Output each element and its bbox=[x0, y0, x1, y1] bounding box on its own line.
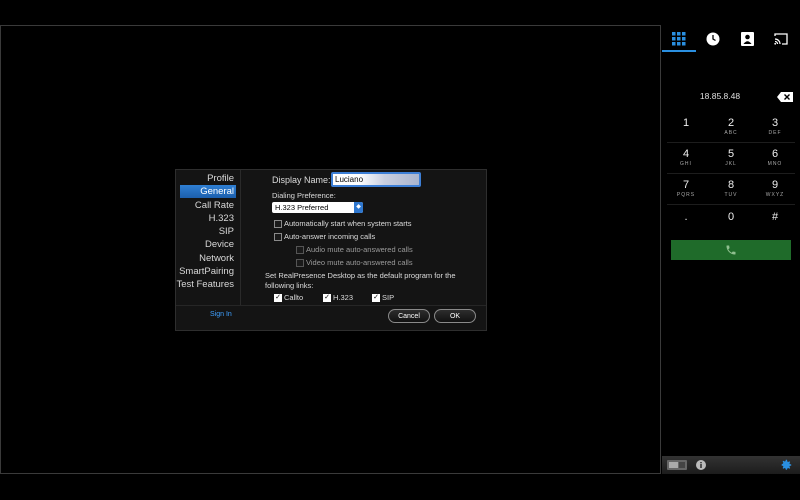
key-6[interactable]: 6 MNO bbox=[753, 147, 797, 175]
key-letters: ABC bbox=[724, 130, 738, 136]
gear-icon[interactable] bbox=[779, 458, 793, 472]
key-digit: 5 bbox=[727, 148, 735, 160]
key-digit: 0 bbox=[727, 211, 735, 223]
panel-tabs bbox=[662, 25, 800, 53]
settings-nav: Profile General Call Rate H.323 SIP Devi… bbox=[176, 170, 241, 305]
backspace-icon[interactable] bbox=[777, 92, 793, 102]
dialpad-icon bbox=[672, 32, 686, 46]
nav-network[interactable]: Network bbox=[199, 252, 234, 265]
key-letters: DEF bbox=[768, 130, 782, 136]
key-dot[interactable]: . bbox=[664, 210, 708, 238]
chevron-updown-icon: ◆ bbox=[354, 202, 363, 213]
key-letters: GHI bbox=[680, 161, 692, 167]
call-button[interactable] bbox=[671, 240, 791, 260]
display-name-label: Display Name: bbox=[272, 175, 331, 185]
key-4[interactable]: 4 GHI bbox=[664, 147, 708, 175]
tab-cast[interactable] bbox=[764, 28, 798, 50]
bottom-toolbar bbox=[662, 456, 800, 474]
dialing-preference-select[interactable]: H.323 Preferred ◆ bbox=[272, 202, 363, 213]
key-digit: 4 bbox=[682, 148, 690, 160]
dial-panel: 18.85.8.48 1 2 ABC 3 DEF 4 GHI 5 JKL 6 MNO 7P… bbox=[662, 25, 800, 474]
nav-general[interactable]: General bbox=[180, 185, 236, 198]
sign-in-link[interactable]: Sign In bbox=[210, 311, 232, 318]
nav-call-rate[interactable]: Call Rate bbox=[195, 199, 234, 212]
key-letters: TUV bbox=[724, 192, 738, 198]
key-digit: 9 bbox=[771, 179, 779, 191]
audio-mute-checkbox[interactable] bbox=[296, 246, 304, 254]
dialing-preference-label: Dialing Preference: bbox=[272, 191, 336, 200]
auto-start-label: Automatically start when system starts bbox=[284, 219, 412, 228]
sip-label: SIP bbox=[382, 293, 395, 302]
audio-mute-label: Audio mute auto-answered calls bbox=[306, 245, 413, 254]
key-7[interactable]: 7 PQRS bbox=[664, 178, 708, 206]
dial-number-display[interactable]: 18.85.8.48 bbox=[692, 91, 748, 101]
h323-checkbox[interactable]: ✓ bbox=[323, 294, 331, 302]
key-0[interactable]: 0 bbox=[709, 210, 753, 238]
key-digit: # bbox=[771, 211, 779, 223]
nav-h323[interactable]: H.323 bbox=[209, 212, 234, 225]
default-program-label-2: following links: bbox=[265, 281, 314, 290]
nav-profile[interactable]: Profile bbox=[207, 172, 234, 185]
key-2[interactable]: 2 ABC bbox=[709, 116, 753, 144]
key-3[interactable]: 3 DEF bbox=[753, 116, 797, 144]
cast-icon bbox=[774, 33, 788, 45]
ok-button[interactable]: OK bbox=[434, 309, 476, 323]
nav-test-features[interactable]: Test Features bbox=[176, 278, 234, 291]
auto-answer-checkbox[interactable] bbox=[274, 233, 282, 241]
dialing-preference-value: H.323 Preferred bbox=[275, 203, 329, 212]
dialog-divider bbox=[176, 305, 486, 306]
divider bbox=[667, 173, 795, 174]
key-9[interactable]: 9 WXYZ bbox=[753, 178, 797, 206]
key-digit: . bbox=[684, 211, 688, 223]
key-letters: JKL bbox=[725, 161, 737, 167]
callto-checkbox[interactable]: ✓ bbox=[274, 294, 282, 302]
contacts-icon bbox=[740, 32, 754, 46]
settings-dialog: Profile General Call Rate H.323 SIP Devi… bbox=[175, 169, 487, 331]
key-1[interactable]: 1 bbox=[664, 116, 708, 144]
key-8[interactable]: 8 TUV bbox=[709, 178, 753, 206]
default-program-label: Set RealPresence Desktop as the default … bbox=[265, 271, 456, 280]
nav-device[interactable]: Device bbox=[205, 238, 234, 251]
h323-label: H.323 bbox=[333, 293, 354, 302]
key-digit: 6 bbox=[771, 148, 779, 160]
key-digit: 8 bbox=[727, 179, 735, 191]
callto-label: Callto bbox=[284, 293, 304, 302]
tab-contacts[interactable] bbox=[730, 28, 764, 50]
key-letters: MNO bbox=[767, 161, 783, 167]
video-mute-label: Video mute auto-answered calls bbox=[306, 258, 413, 267]
self-view-toggle-icon[interactable] bbox=[667, 460, 687, 470]
cancel-button[interactable]: Cancel bbox=[388, 309, 430, 323]
auto-start-checkbox[interactable] bbox=[274, 220, 282, 228]
key-digit: 2 bbox=[727, 117, 735, 129]
key-hash[interactable]: # bbox=[753, 210, 797, 238]
key-digit: 7 bbox=[682, 179, 690, 191]
clock-icon bbox=[706, 32, 720, 46]
key-letters: PQRS bbox=[676, 192, 696, 198]
key-5[interactable]: 5 JKL bbox=[709, 147, 753, 175]
video-mute-checkbox[interactable] bbox=[296, 259, 304, 267]
nav-sip[interactable]: SIP bbox=[219, 225, 234, 238]
key-digit: 1 bbox=[682, 117, 690, 129]
tab-dialpad[interactable] bbox=[662, 28, 696, 52]
phone-icon bbox=[726, 245, 736, 255]
info-icon[interactable] bbox=[696, 460, 706, 470]
key-letters: WXYZ bbox=[765, 192, 785, 198]
auto-answer-label: Auto-answer incoming calls bbox=[284, 232, 376, 241]
nav-smartpairing[interactable]: SmartPairing bbox=[179, 265, 234, 278]
key-digit: 3 bbox=[771, 117, 779, 129]
sip-checkbox[interactable]: ✓ bbox=[372, 294, 380, 302]
display-name-input[interactable]: Luciano bbox=[331, 172, 421, 187]
divider bbox=[667, 204, 795, 205]
tab-recent[interactable] bbox=[696, 28, 730, 50]
divider bbox=[667, 142, 795, 143]
general-settings: Display Name: Luciano Dialing Preference… bbox=[244, 170, 486, 305]
